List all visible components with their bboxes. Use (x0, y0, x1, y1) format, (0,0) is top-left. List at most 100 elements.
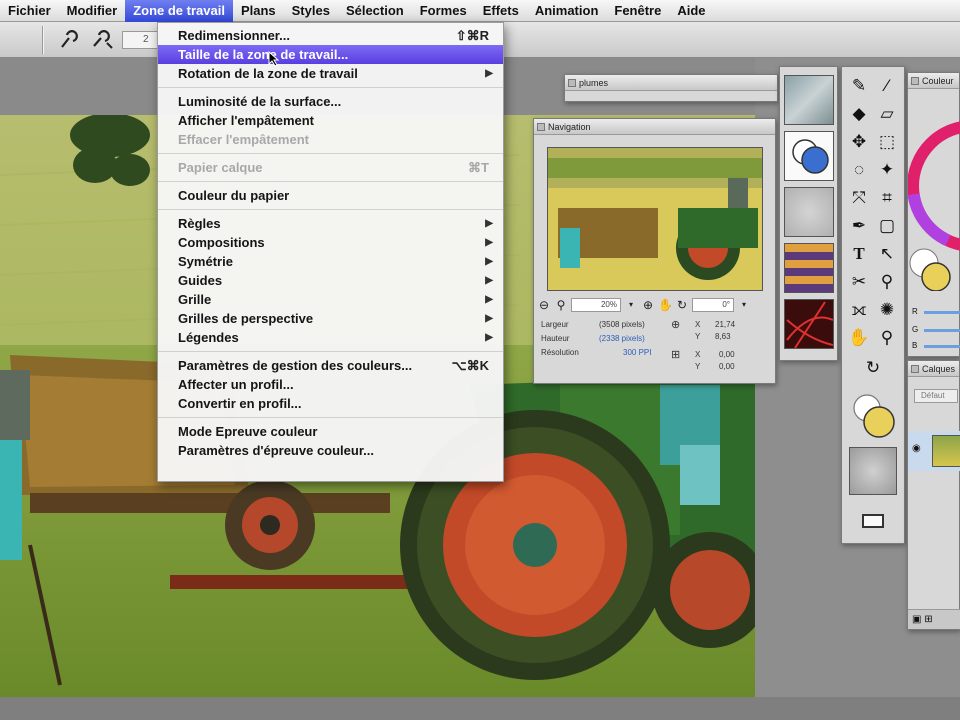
menu-item-grille[interactable]: Grille ▶ (158, 290, 503, 309)
menu-styles[interactable]: Styles (284, 0, 338, 22)
menu-item-label: Couleur du papier (178, 188, 290, 203)
rectangle-select-tool[interactable]: ⬚ (874, 131, 900, 153)
green-slider[interactable] (924, 329, 960, 332)
color-wheel[interactable] (908, 91, 960, 291)
menu-effets[interactable]: Effets (475, 0, 527, 22)
screen-mode-icon[interactable] (862, 514, 884, 528)
menu-item-luminosite-surface[interactable]: Luminosité de la surface... (158, 92, 503, 111)
menu-item-compositions[interactable]: Compositions ▶ (158, 233, 503, 252)
menu-item-symetrie[interactable]: Symétrie ▶ (158, 252, 503, 271)
crosshair-icon: ⊕ (671, 319, 681, 331)
menu-separator (158, 417, 503, 418)
paper-texture-swatch[interactable] (784, 75, 834, 125)
menu-item-gestion-couleurs[interactable]: Paramètres de gestion des couleurs... ⌥⌘K (158, 356, 503, 375)
menu-zone-de-travail[interactable]: Zone de travail (125, 0, 233, 22)
brushes-panel-label: plumes (579, 78, 609, 88)
close-icon[interactable] (537, 123, 545, 131)
transform-tool[interactable]: ⤧ (846, 187, 872, 209)
magnifier-icon[interactable]: ⚲ (554, 298, 568, 312)
menu-item-mode-epreuve[interactable]: Mode Epreuve couleur (158, 422, 503, 441)
submenu-arrow-icon: ▶ (485, 218, 493, 229)
clone-tool[interactable]: ⚲ (874, 271, 900, 293)
blue-slider[interactable] (924, 345, 960, 348)
zoom-in-icon[interactable]: ⊕ (641, 298, 655, 312)
menu-item-label: Paramètres d'épreuve couleur... (178, 443, 375, 458)
text-tool[interactable]: T (846, 243, 872, 265)
menu-aide[interactable]: Aide (669, 0, 713, 22)
menu-fenetre[interactable]: Fenêtre (606, 0, 669, 22)
color-panel-label: Couleur (922, 76, 954, 86)
brush-tool-icon[interactable] (56, 27, 82, 53)
lasso-tool[interactable]: ◌ (846, 159, 872, 181)
menu-item-label: Convertir en profil... (178, 396, 302, 411)
scissors-tool[interactable]: ✂ (846, 271, 872, 293)
zoom-out-icon[interactable]: ⊖ (537, 298, 551, 312)
pen-tool[interactable]: ✒ (846, 215, 872, 237)
color-swatch[interactable] (784, 131, 834, 181)
paper-selector-swatch[interactable] (849, 447, 897, 495)
menu-item-convertir-profil[interactable]: Convertir en profil... (158, 394, 503, 413)
chevron-down-icon[interactable]: ▾ (624, 298, 638, 312)
dropper-tool[interactable]: ⁄ (874, 75, 900, 97)
hand-icon[interactable]: ✋ (658, 298, 673, 312)
close-icon[interactable] (911, 77, 919, 85)
eye-icon[interactable]: ◉ (912, 443, 921, 454)
close-icon[interactable] (568, 79, 576, 87)
grain-swatch[interactable] (784, 187, 834, 237)
menu-item-grilles-perspective[interactable]: Grilles de perspective ▶ (158, 309, 503, 328)
menu-item-affecter-profil[interactable]: Affecter un profil... (158, 375, 503, 394)
gradient-swatch[interactable] (784, 299, 834, 349)
brush-tool[interactable]: ✎ (846, 75, 872, 97)
color-panel: Couleur R G B (907, 72, 960, 357)
eraser-tool[interactable]: ▱ (874, 103, 900, 125)
chevron-down-icon[interactable]: ▾ (737, 298, 751, 312)
magnifier-tool[interactable]: ⚲ (874, 327, 900, 349)
menu-item-legendes[interactable]: Légendes ▶ (158, 328, 503, 347)
menu-plans[interactable]: Plans (233, 0, 284, 22)
layers-panel-title[interactable]: Calques (908, 361, 959, 377)
menu-item-parametres-epreuve[interactable]: Paramètres d'épreuve couleur... (158, 441, 503, 460)
menu-item-regles[interactable]: Règles ▶ (158, 214, 503, 233)
blue-label: B (912, 341, 918, 350)
grabber-tool[interactable]: ✋ (846, 327, 872, 349)
rotation-field[interactable]: 0° (692, 298, 734, 312)
kaleidoscope-tool[interactable]: ✺ (874, 299, 900, 321)
navigation-preview[interactable] (547, 147, 763, 291)
menu-item-guides[interactable]: Guides ▶ (158, 271, 503, 290)
menu-item-redimensionner[interactable]: Redimensionner... ⇧⌘R (158, 26, 503, 45)
layer-row[interactable]: ◉ (908, 431, 960, 471)
menu-modifier[interactable]: Modifier (59, 0, 126, 22)
shape-tool[interactable]: ▢ (874, 215, 900, 237)
rotate-page-tool[interactable]: ↻ (860, 357, 886, 379)
menu-item-afficher-empatement[interactable]: Afficher l'empâtement (158, 111, 503, 130)
layer-options-icon[interactable]: ▣ (912, 614, 921, 625)
main-secondary-color[interactable] (849, 392, 897, 440)
menu-item-label: Effacer l'empâtement (178, 132, 309, 147)
menu-formes[interactable]: Formes (412, 0, 475, 22)
menu-selection[interactable]: Sélection (338, 0, 412, 22)
zoom-field[interactable]: 20% (571, 298, 621, 312)
menu-item-rotation-zone-travail[interactable]: Rotation de la zone de travail ▶ (158, 64, 503, 83)
menu-fichier[interactable]: Fichier (0, 0, 59, 22)
composite-method-select[interactable]: Défaut (914, 389, 958, 403)
mirror-tool[interactable]: ⟗ (846, 299, 872, 321)
brushes-panel-title[interactable]: plumes (565, 75, 777, 91)
menu-item-taille-zone-travail[interactable]: Taille de la zone de travail... (158, 45, 503, 67)
menu-item-label: Affecter un profil... (178, 377, 294, 392)
navigation-panel-title[interactable]: Navigation (534, 119, 775, 135)
pattern-swatch[interactable] (784, 243, 834, 293)
menu-animation[interactable]: Animation (527, 0, 607, 22)
crop-tool[interactable]: ⌗ (874, 187, 900, 209)
rotate-icon[interactable]: ↻ (675, 298, 689, 312)
close-icon[interactable] (911, 365, 919, 373)
size-field[interactable]: 2 (122, 31, 160, 49)
red-slider[interactable] (924, 311, 960, 314)
new-layer-icon[interactable]: ⊞ (924, 614, 932, 625)
brush-variant-icon[interactable] (90, 27, 116, 53)
menu-item-couleur-papier[interactable]: Couleur du papier (158, 186, 503, 205)
shape-selection-tool[interactable]: ↖ (874, 243, 900, 265)
magic-wand-tool[interactable]: ✦ (874, 159, 900, 181)
color-panel-title[interactable]: Couleur (908, 73, 959, 89)
paint-bucket-tool[interactable]: ◆ (846, 103, 872, 125)
layer-adjuster-tool[interactable]: ✥ (846, 131, 872, 153)
